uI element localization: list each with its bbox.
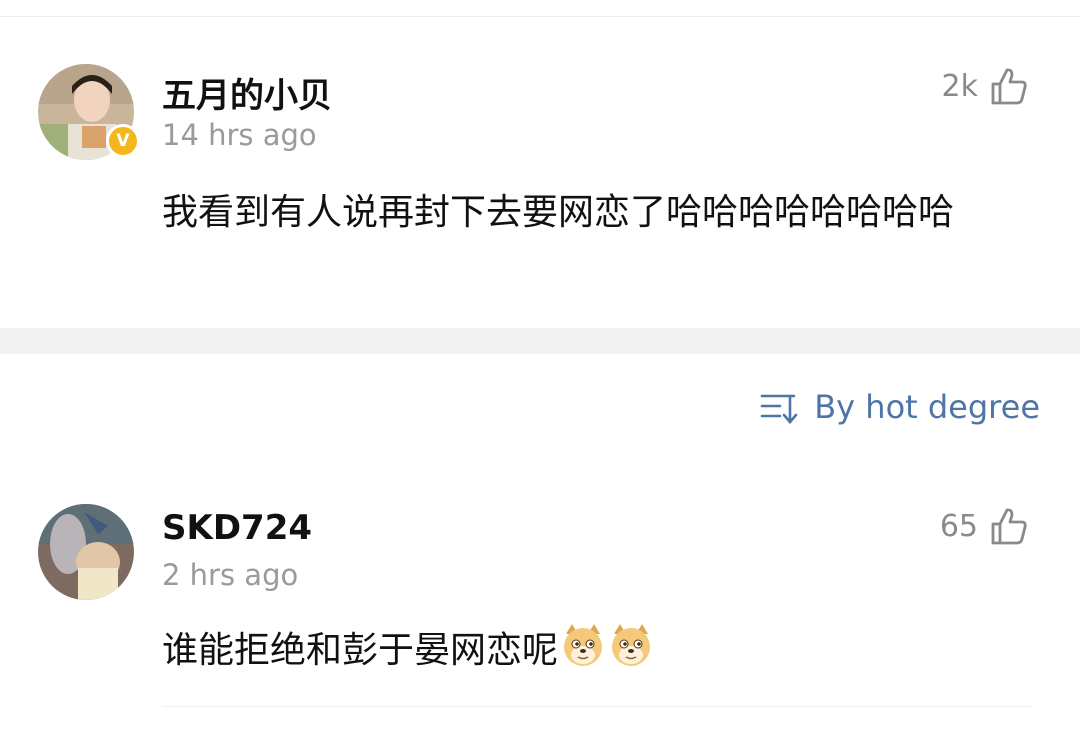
like-count: 2k: [941, 68, 978, 104]
comment-divider: [162, 706, 1032, 707]
thumbs-up-icon: [991, 68, 1027, 105]
username[interactable]: SKD724: [162, 508, 312, 548]
comment-text: 我看到有人说再封下去要网恋了哈哈哈哈哈哈哈哈: [162, 192, 955, 233]
doge-emoji: [564, 624, 603, 666]
sort-icon: [760, 394, 798, 424]
like-count: 65: [939, 508, 978, 544]
avatar[interactable]: [38, 504, 134, 600]
avatar[interactable]: V: [38, 64, 140, 160]
like-button[interactable]: 65: [940, 506, 1028, 546]
timestamp: 14 hrs ago: [162, 118, 317, 152]
sort-label: By hot degree: [814, 388, 1040, 426]
comment-text: 谁能拒绝和彭于晏网恋呢: [162, 622, 1022, 680]
like-button[interactable]: 2k: [942, 66, 1028, 106]
timestamp: 2 hrs ago: [162, 558, 299, 592]
verified-badge: V: [106, 124, 140, 158]
sort-button[interactable]: By hot degree: [760, 388, 1040, 426]
comment-item: V 五月的小贝 14 hrs ago 2k 我看到有人说再封下去要网恋了哈哈哈哈…: [0, 0, 1080, 328]
thumbs-up-icon: [991, 508, 1027, 545]
doge-emoji: [612, 624, 651, 666]
avatar-image: [38, 504, 134, 600]
comment-item: SKD724 2 hrs ago 65 谁能拒绝和彭于晏网恋呢: [0, 460, 1080, 720]
comment-text-content: 谁能拒绝和彭于晏网恋呢: [162, 630, 559, 671]
username[interactable]: 五月的小贝: [162, 68, 332, 117]
section-separator: [0, 328, 1080, 354]
